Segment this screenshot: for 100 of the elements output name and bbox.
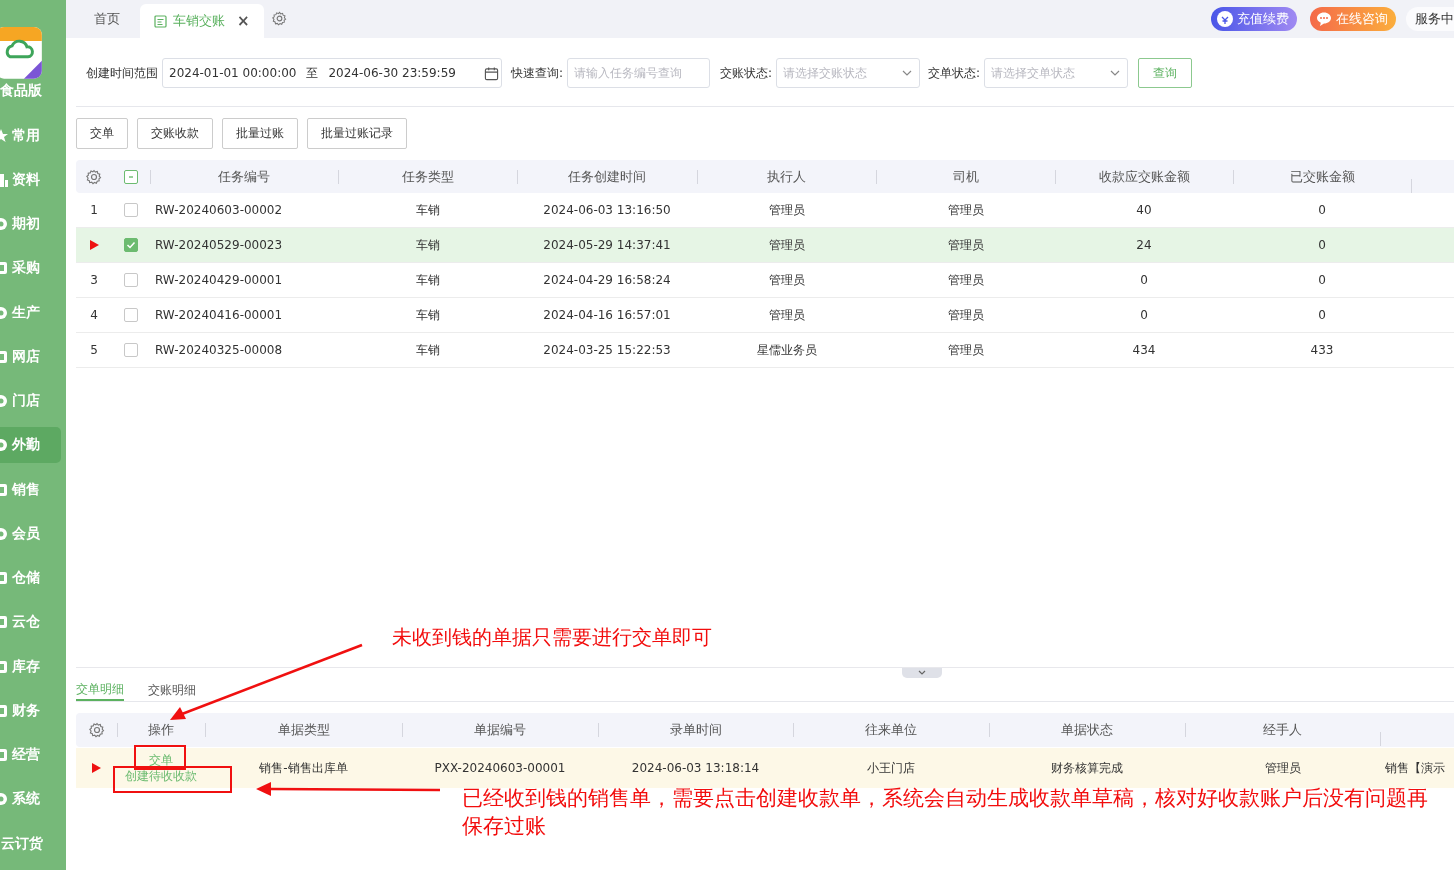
column-header: 收款应交账金额 (1055, 167, 1233, 186)
annotation-text: 未收到钱的单据只需要进行交单即可 (392, 624, 712, 651)
column-header: 任务编号 (150, 167, 338, 186)
table-cell-text: 管理员 (767, 271, 806, 289)
close-button[interactable]: × (237, 12, 250, 30)
logo-icon (0, 27, 42, 79)
tab[interactable]: 车销交账 × (140, 4, 264, 38)
table-cell-text: 管理员 (767, 201, 806, 219)
sidebar-item[interactable]: 经营 (0, 737, 61, 773)
settings-icon[interactable] (271, 11, 287, 26)
header-button[interactable]: 在线咨询 (1310, 7, 1396, 31)
table-cell-text: 车销 (414, 201, 441, 219)
field-label: 交账状态: (720, 64, 773, 82)
toolbar-button[interactable]: 交账收款 (137, 118, 213, 149)
table-cell-text: 40 (1135, 203, 1153, 217)
column-header: 执行人 (697, 167, 876, 186)
column-header: 单据编号 (402, 721, 598, 739)
row-checkbox[interactable] (124, 238, 138, 252)
sidebar-item[interactable]: 常用 (0, 117, 61, 154)
sidebar-item[interactable]: 外勤 (0, 427, 61, 464)
table-cell-text: 24 (1135, 238, 1153, 252)
settings-icon[interactable] (88, 722, 105, 738)
select-all-checkbox[interactable] (124, 169, 138, 184)
table-cell-text: 管理员 (767, 306, 806, 324)
settings-icon[interactable] (86, 168, 102, 185)
column-header: 单据类型 (205, 721, 402, 739)
sidebar-item[interactable]: 云仓 (0, 604, 61, 641)
action-link[interactable]: 创建待收收款 (125, 768, 197, 784)
status-select[interactable]: 请选择交账状态 (776, 58, 921, 88)
column-header: 录单时间 (598, 721, 793, 739)
table-cell-text: 管理员 (946, 341, 985, 359)
table-cell-text: 管理员 (1263, 759, 1302, 777)
tab[interactable]: 首页 (80, 0, 134, 38)
table-cell-text: 小王门店 (866, 759, 916, 777)
toolbar-button[interactable]: 交单 (76, 118, 128, 149)
table-cell-text: 0 (1139, 273, 1149, 287)
row-checkbox[interactable] (124, 343, 138, 357)
sidebar-item[interactable]: 网店 (0, 338, 61, 375)
table-cell-text: 2024-06-03 13:18:14 (630, 761, 761, 775)
sidebar-item[interactable]: 采购 (0, 250, 61, 287)
table-cell-text: 433 (1309, 343, 1335, 357)
sidebar-item[interactable]: 云订货 (0, 825, 61, 862)
table-cell-text: RW-20240325-00008 (154, 343, 284, 357)
row-number: 4 (89, 308, 99, 322)
table-cell-text: 2024-04-29 16:58:24 (542, 273, 672, 287)
sidebar-item[interactable]: 仓储 (0, 560, 61, 596)
sidebar-item[interactable]: 期初 (0, 206, 61, 242)
action-link[interactable]: 交单 (149, 752, 173, 768)
table-cell-text: PXX-20240603-00001 (433, 761, 567, 775)
sidebar-item[interactable]: 生产 (0, 294, 61, 331)
field-label: 快速查询: (511, 64, 564, 82)
search-field[interactable]: 请输入任务编号查询 (567, 58, 711, 88)
table-cell-text: 2024-03-25 15:22:53 (542, 343, 672, 357)
column-header: 操作 (117, 721, 205, 739)
table-cell-text: 0 (1317, 308, 1327, 322)
table-cell-text: 管理员 (946, 236, 985, 254)
tab[interactable]: 交单明细 (76, 679, 124, 701)
header-button[interactable]: 服务中 (1406, 7, 1454, 31)
table-cell-text: 车销 (414, 236, 441, 254)
table-cell-text: 管理员 (767, 236, 806, 254)
sidebar-item[interactable]: 资料 (0, 161, 61, 198)
tab[interactable]: 交账明细 (148, 679, 196, 701)
triangle-icon (92, 763, 101, 773)
table-cell-text: RW-20240603-00002 (154, 203, 284, 217)
table-cell-text: 0 (1317, 238, 1327, 252)
row-checkbox[interactable] (124, 308, 138, 322)
header-button[interactable]: 充值续费 (1211, 7, 1297, 31)
row-checkbox[interactable] (124, 273, 138, 287)
table-cell-text: 车销 (414, 306, 441, 324)
column-header: 单据状态 (989, 721, 1185, 739)
table-cell-text: 0 (1317, 273, 1327, 287)
annotation-text: 已经收到钱的销售单，需要点击创建收款单，系统会自动生成收款单草稿，核对好收款账户后没有问题再保存过账 (462, 785, 1429, 840)
sidebar-item[interactable]: 门店 (0, 383, 61, 419)
date-range-field[interactable]: 2024-01-01 00:00:00 至 2024-06-30 23:59:59 (162, 58, 502, 88)
field-label: 创建时间范围 (86, 64, 158, 82)
column-header: 任务创建时间 (517, 167, 697, 186)
row-number: 1 (89, 203, 99, 217)
table-cell-text: 销售-销售出库单 (258, 759, 349, 777)
row-checkbox[interactable] (124, 203, 138, 217)
table-cell-text: RW-20240529-00023 (154, 238, 284, 252)
status-select[interactable]: 请选择交单状态 (984, 58, 1129, 88)
sidebar-item[interactable]: 销售 (0, 471, 61, 508)
chat-icon (1316, 11, 1332, 27)
sidebar-item[interactable]: 会员 (0, 515, 61, 552)
toolbar-button[interactable]: 批量过账 (222, 118, 298, 149)
column-header: 司机 (876, 167, 1055, 186)
toolbar-button[interactable]: 批量过账记录 (307, 118, 407, 149)
table-cell-text: 2024-04-16 16:57:01 (542, 308, 672, 322)
table-cell-text: 434 (1131, 343, 1157, 357)
table-cell-text: 管理员 (946, 271, 985, 289)
column-header: 已交账金额 (1233, 167, 1411, 186)
sidebar-item[interactable]: 财务 (0, 692, 61, 729)
collapse-handle[interactable] (902, 668, 942, 678)
sidebar-item[interactable]: 库存 (0, 648, 61, 685)
triangle-icon (89, 240, 99, 250)
calendar-icon[interactable] (484, 65, 499, 81)
sidebar-item[interactable]: 系统 (0, 781, 61, 818)
document-icon (154, 14, 167, 28)
column-header: 任务类型 (338, 167, 517, 186)
query-button[interactable]: 查询 (1138, 58, 1193, 88)
